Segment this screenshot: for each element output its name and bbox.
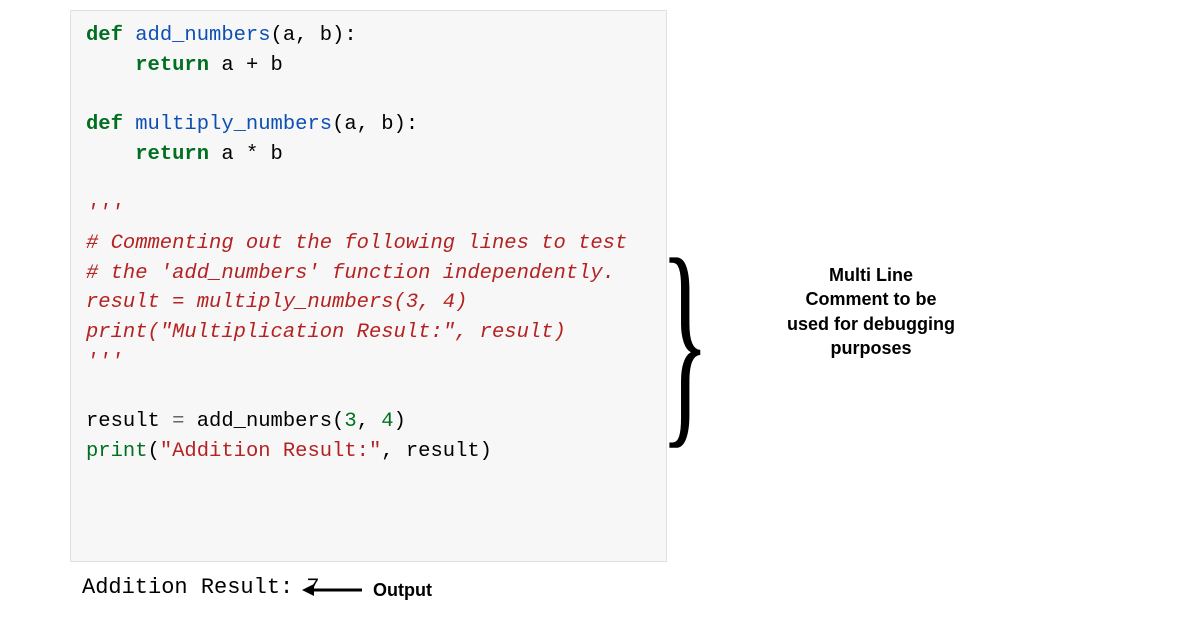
builtin-print: print (86, 440, 148, 463)
annotation-text: Multi Line Comment to be used for debugg… (786, 263, 956, 360)
function-name: multiply_numbers (135, 113, 332, 136)
output-label: Output (373, 580, 432, 601)
keyword-return: return (135, 54, 209, 77)
triple-quote-close: ''' (86, 351, 123, 374)
arrow-left-icon (300, 580, 365, 600)
function-name: add_numbers (135, 24, 270, 47)
triple-quote-open: ''' (86, 202, 123, 225)
code-line: result (86, 410, 172, 433)
comment-line: # Commenting out the following lines to … (86, 232, 627, 255)
keyword-def: def (86, 113, 123, 136)
comment-line: # the 'add_numbers' function independent… (86, 262, 615, 285)
commented-code: print( (86, 321, 160, 344)
body: a + b (221, 54, 283, 77)
code-block: def add_numbers(a, b): return a + b def … (70, 10, 667, 562)
brace-icon: } (660, 225, 710, 455)
keyword-def: def (86, 24, 123, 47)
params: (a, b): (271, 24, 357, 47)
output-text: Addition Result: 7 (82, 575, 320, 600)
params: (a, b): (332, 113, 418, 136)
keyword-return: return (135, 143, 209, 166)
body: a * b (221, 143, 283, 166)
string-literal: "Addition Result:" (160, 440, 381, 463)
commented-code: result = multiply_numbers( (86, 291, 406, 314)
